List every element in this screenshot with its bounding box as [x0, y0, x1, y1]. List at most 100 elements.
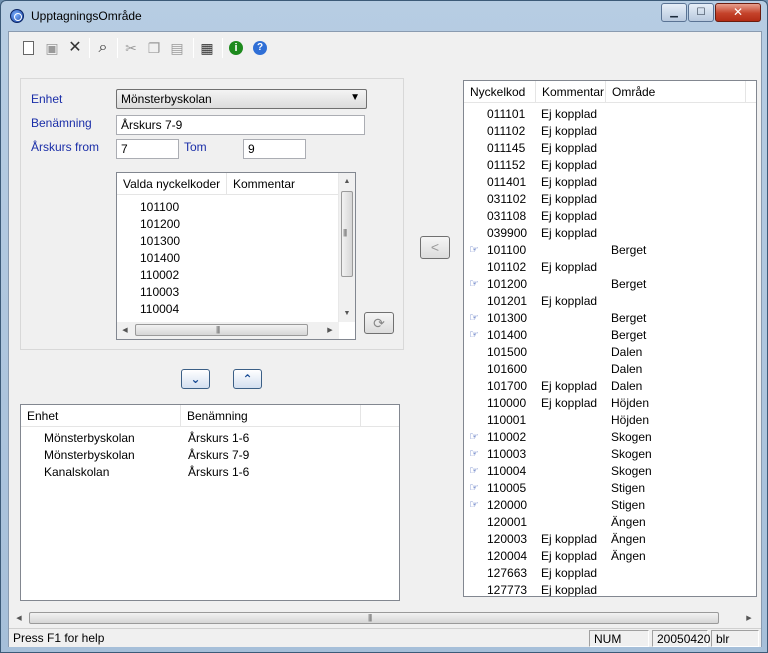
column-header-valda-nyckelkoder[interactable]: Valda nyckelkoder [117, 173, 227, 195]
table-header: Enhet Benämning [21, 405, 399, 427]
scroll-thumb[interactable]: ||| [29, 612, 719, 624]
arskurs-from-label: Årskurs from [31, 140, 100, 154]
list-item[interactable]: 101300 [140, 233, 180, 250]
list-item[interactable]: 110004 [140, 301, 179, 318]
column-header-nyckelkod[interactable]: Nyckelkod [464, 81, 536, 103]
column-header-omrade[interactable]: Område [606, 81, 746, 103]
copy-icon[interactable]: ❐ [146, 40, 162, 56]
benamning-input[interactable]: Årskurs 7-9 [116, 115, 365, 135]
grip-icon: ||| [368, 613, 372, 622]
table-row[interactable]: 110001 Höjden [464, 412, 756, 429]
codes-table[interactable]: Nyckelkod Kommentar Område 011101 Ej kopp… [463, 80, 757, 597]
scroll-left-icon[interactable]: ◀ [11, 610, 27, 627]
cell-nyckelkod: 110004 [487, 464, 527, 478]
table-row[interactable]: 127663 Ej kopplad [464, 565, 756, 582]
arskurs-from-input[interactable]: 7 [116, 139, 179, 159]
scroll-thumb[interactable]: ||| [135, 324, 308, 336]
title-bar[interactable]: UpptagningsOmråde ▁ ☐ ✕ [1, 1, 767, 31]
table-row[interactable]: 011401 Ej kopplad [464, 174, 756, 191]
list-item[interactable]: 101100 [140, 199, 179, 216]
table-row[interactable]: Mönsterbyskolan Årskurs 7-9 [21, 447, 399, 464]
chevron-down-icon[interactable]: ▼ [350, 92, 360, 103]
column-header-benamning[interactable]: Benämning [181, 405, 361, 427]
main-horizontal-scrollbar[interactable]: ◀ ||| ▶ [11, 610, 759, 627]
table-row[interactable]: 011152 Ej kopplad [464, 157, 756, 174]
table-row[interactable]: ☞ 101200 Berget [464, 276, 756, 293]
cell-nyckelkod: 031102 [487, 192, 527, 206]
table-row[interactable]: 120003 Ej kopplad Ängen [464, 531, 756, 548]
list-item[interactable]: 101400 [140, 250, 180, 267]
status-num: NUM [589, 630, 649, 647]
table-row[interactable]: 101600 Dalen [464, 361, 756, 378]
list-item[interactable]: 101200 [140, 216, 180, 233]
move-down-button[interactable]: ⌄ [181, 369, 210, 389]
table-row[interactable]: ☞ 110004 Skogen [464, 463, 756, 480]
scroll-thumb[interactable]: ||| [341, 191, 353, 277]
enhet-combo[interactable]: Mönsterbyskolan ▼ [116, 89, 367, 109]
table-row[interactable]: Kanalskolan Årskurs 1-6 [21, 464, 399, 481]
move-up-button[interactable]: ⌃ [233, 369, 262, 389]
table-row[interactable]: 120004 Ej kopplad Ängen [464, 548, 756, 565]
scroll-left-icon[interactable]: ◀ [117, 322, 133, 339]
column-header-enhet[interactable]: Enhet [21, 405, 181, 427]
selected-codes-list[interactable]: Valda nyckelkoder Kommentar 101100 10120… [116, 172, 356, 340]
table-row[interactable]: 011101 Ej kopplad [464, 106, 756, 123]
cell-kommentar: Ej kopplad [541, 226, 598, 240]
column-header-kommentar[interactable]: Kommentar [227, 173, 339, 195]
table-row[interactable]: 011145 Ej kopplad [464, 140, 756, 157]
save-icon[interactable]: ▣ [44, 40, 60, 56]
scroll-right-icon[interactable]: ▶ [322, 322, 338, 339]
move-left-button[interactable]: < [420, 236, 450, 259]
new-icon[interactable] [23, 41, 34, 55]
cut-icon[interactable]: ✂ [123, 40, 139, 56]
table-row[interactable]: 101201 Ej kopplad [464, 293, 756, 310]
linked-hand-icon: ☞ [469, 482, 479, 494]
table-row[interactable]: 120001 Ängen [464, 514, 756, 531]
tom-input[interactable]: 9 [243, 139, 306, 159]
table-row[interactable]: ☞ 101300 Berget [464, 310, 756, 327]
toolbar-separator [222, 38, 223, 58]
cell-omrade: Skogen [611, 464, 652, 478]
enhet-combo-value: Mönsterbyskolan [121, 92, 212, 106]
linked-hand-icon: ☞ [469, 329, 479, 341]
paste-icon[interactable]: ▤ [169, 40, 185, 56]
table-row[interactable]: 110000 Ej kopplad Höjden [464, 395, 756, 412]
app-icon [10, 9, 24, 23]
table-row[interactable]: 127773 Ej kopplad [464, 582, 756, 596]
minimize-button[interactable]: ▁ [661, 3, 687, 22]
table-row[interactable]: 101500 Dalen [464, 344, 756, 361]
cell-omrade: Ängen [611, 515, 646, 529]
scroll-right-icon[interactable]: ▶ [741, 610, 757, 627]
table-row[interactable]: 031108 Ej kopplad [464, 208, 756, 225]
scroll-up-icon[interactable]: ▲ [339, 173, 355, 190]
column-header-kommentar[interactable]: Kommentar [536, 81, 606, 103]
list-item[interactable]: 110003 [140, 284, 179, 301]
help-icon[interactable]: ? [253, 41, 267, 55]
table-row[interactable]: Mönsterbyskolan Årskurs 1-6 [21, 430, 399, 447]
info-icon[interactable]: i [229, 41, 243, 55]
maximize-button[interactable]: ☐ [688, 3, 714, 22]
table-row[interactable]: 011102 Ej kopplad [464, 123, 756, 140]
scroll-down-icon[interactable]: ▼ [339, 305, 355, 322]
table-row[interactable]: ☞ 110002 Skogen [464, 429, 756, 446]
list-item[interactable]: 110002 [140, 267, 179, 284]
table-row[interactable]: ☞ 120000 Stigen [464, 497, 756, 514]
table-row[interactable]: 101102 Ej kopplad [464, 259, 756, 276]
delete-icon[interactable]: ✕ [67, 40, 83, 56]
table-row[interactable]: 101700 Ej kopplad Dalen [464, 378, 756, 395]
horizontal-scrollbar[interactable]: ◀ ||| ▶ [117, 322, 339, 339]
refresh-button[interactable]: ⟳ [364, 312, 394, 334]
vertical-scrollbar[interactable]: ▲ ||| ▼ [338, 173, 355, 322]
table-row[interactable]: ☞ 101400 Berget [464, 327, 756, 344]
units-table[interactable]: Enhet Benämning Mönsterbyskolan Årskurs … [20, 404, 400, 601]
find-icon[interactable]: ⌕ [95, 40, 111, 56]
close-button[interactable]: ✕ [715, 3, 761, 22]
table-row[interactable]: ☞ 110003 Skogen [464, 446, 756, 463]
table-row[interactable]: 039900 Ej kopplad [464, 225, 756, 242]
cell-kommentar: Ej kopplad [541, 192, 598, 206]
table-row[interactable]: ☞ 101100 Berget [464, 242, 756, 259]
properties-icon[interactable]: ▦ [199, 40, 215, 56]
table-row[interactable]: ☞ 110005 Stigen [464, 480, 756, 497]
table-row[interactable]: 031102 Ej kopplad [464, 191, 756, 208]
cell-kommentar: Ej kopplad [541, 158, 598, 172]
